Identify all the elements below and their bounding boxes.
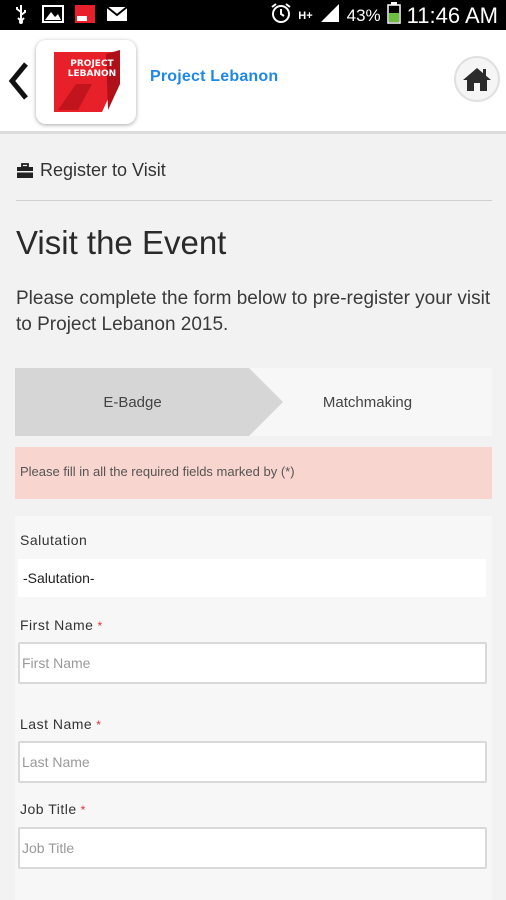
status-icons-right: H+ 43% 11:46 AM bbox=[270, 2, 498, 29]
last-name-input[interactable]: Last Name bbox=[18, 741, 487, 783]
gallery-icon bbox=[42, 4, 64, 24]
last-name-label: Last Name * bbox=[20, 716, 102, 732]
registration-form: Salutation -Salutation- First Name * Firs… bbox=[15, 516, 492, 900]
page-title: Visit the Event bbox=[16, 224, 227, 261]
home-button[interactable] bbox=[454, 56, 500, 102]
status-icons-left bbox=[10, 4, 128, 24]
project-lebanon-logo: PROJECT LEBANON bbox=[54, 50, 120, 112]
job-title-input[interactable]: Job Title bbox=[18, 827, 487, 869]
chevron-left-icon bbox=[8, 62, 28, 100]
required-mark: * bbox=[96, 718, 102, 732]
clock: 11:46 AM bbox=[406, 2, 498, 28]
required-mark: * bbox=[80, 803, 86, 817]
first-name-label: First Name * bbox=[20, 617, 103, 633]
job-title-label: Job Title * bbox=[20, 801, 86, 817]
back-button[interactable] bbox=[4, 58, 34, 104]
divider bbox=[16, 200, 492, 201]
battery-percent: 43% bbox=[346, 5, 381, 25]
step-matchmaking[interactable]: Matchmaking bbox=[285, 394, 450, 411]
intro-text: Please complete the form below to pre-re… bbox=[16, 288, 491, 335]
signal-icon bbox=[319, 3, 341, 28]
app-logo[interactable]: PROJECT LEBANON bbox=[36, 40, 136, 124]
first-name-input[interactable]: First Name bbox=[18, 642, 487, 684]
app-notification-icon bbox=[74, 4, 96, 24]
hplus-data-icon: H+ bbox=[298, 9, 313, 22]
battery-icon bbox=[386, 2, 401, 29]
registration-steps: E-Badge Matchmaking bbox=[15, 368, 492, 436]
salutation-select[interactable]: -Salutation- bbox=[18, 559, 486, 597]
alert-message: Please fill in all the required fields m… bbox=[20, 464, 295, 479]
salutation-label: Salutation bbox=[20, 532, 88, 548]
gmail-icon bbox=[106, 4, 128, 24]
status-bar: H+ 43% 11:46 AM bbox=[0, 0, 506, 30]
step-e-badge[interactable]: E-Badge bbox=[15, 368, 285, 436]
required-fields-alert: Please fill in all the required fields m… bbox=[15, 447, 492, 499]
usb-icon bbox=[10, 4, 32, 24]
breadcrumb-label: Register to Visit bbox=[40, 160, 166, 180]
app-bar: PROJECT LEBANON Project Lebanon bbox=[0, 30, 506, 134]
logo-text-line2: LEBANON bbox=[68, 69, 116, 79]
logo-text-line1: PROJECT bbox=[70, 59, 114, 69]
home-icon bbox=[463, 68, 491, 91]
step-e-badge-label: E-Badge bbox=[103, 394, 162, 411]
breadcrumb: Register to Visit bbox=[16, 160, 166, 181]
required-mark: * bbox=[97, 619, 103, 633]
briefcase-icon bbox=[17, 162, 33, 178]
alarm-icon bbox=[270, 2, 292, 29]
page-content: Register to Visit Visit the Event Please… bbox=[0, 134, 506, 900]
app-title: Project Lebanon bbox=[150, 68, 279, 85]
